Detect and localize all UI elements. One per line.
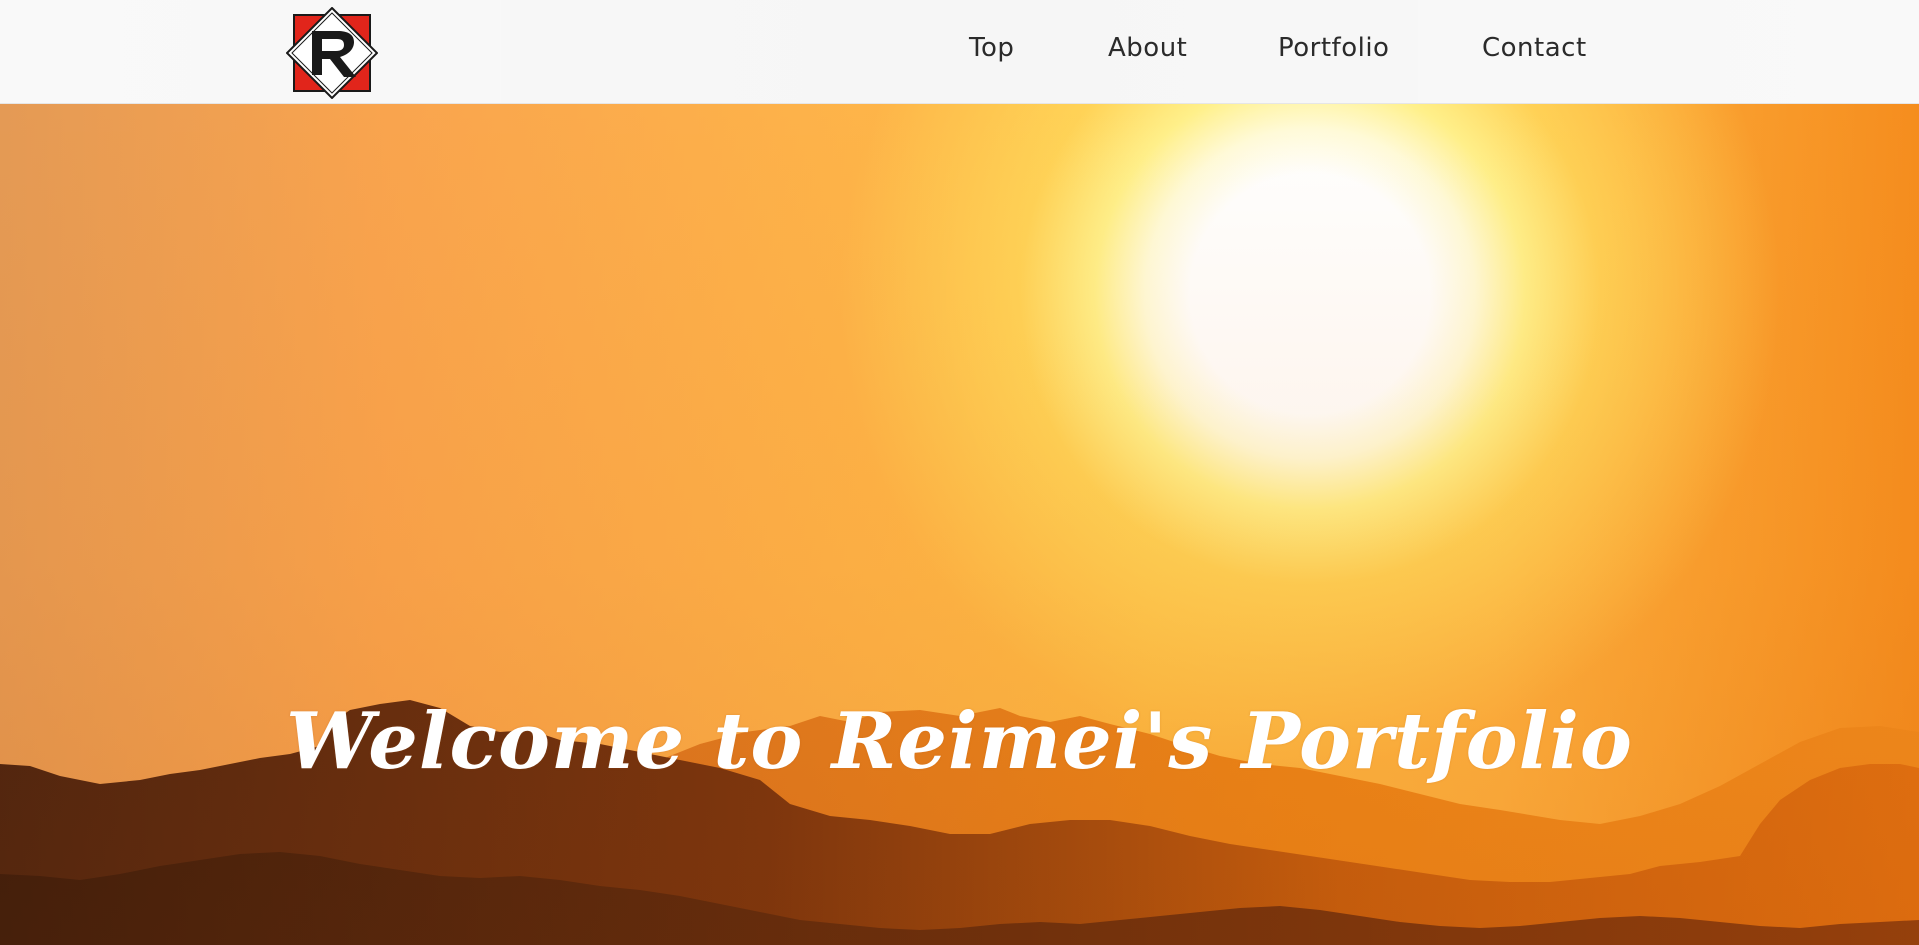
site-header: R Top About Portfolio Contact	[0, 0, 1919, 104]
nav-link-portfolio[interactable]: Portfolio	[1278, 33, 1389, 63]
nav-link-contact[interactable]: Contact	[1482, 33, 1587, 63]
nav-link-about[interactable]: About	[1108, 33, 1187, 63]
hero-title: Welcome to Reimei's Portfolio	[286, 696, 1633, 788]
hero-overlay	[0, 104, 1919, 945]
hero-banner: Welcome to Reimei's Portfolio	[0, 104, 1919, 945]
nav-link-top[interactable]: Top	[969, 33, 1014, 63]
main-nav: Top About Portfolio Contact	[0, 0, 1919, 104]
